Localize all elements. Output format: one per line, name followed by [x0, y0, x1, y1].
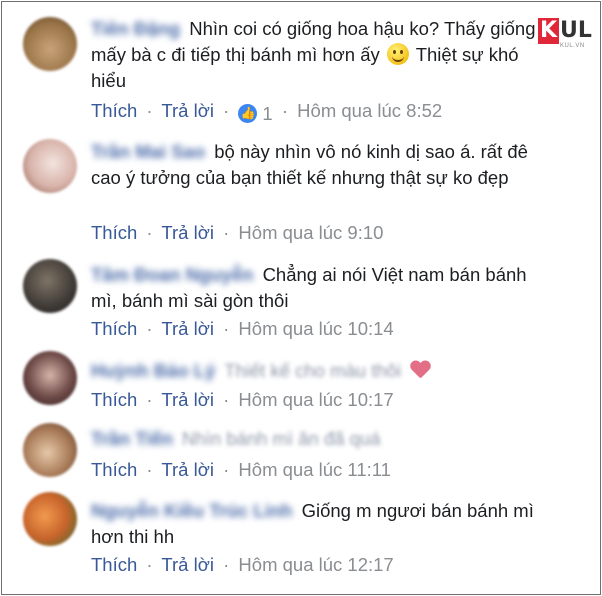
reaction-number: 1 [262, 102, 273, 124]
avatar[interactable] [23, 492, 77, 546]
comment-actions: Thích · Trả lời · Hôm qua lúc 10:14 [91, 318, 394, 340]
separator: · [223, 459, 230, 480]
comment-actions: Thích · Trả lời · Hôm qua lúc 10:17 [91, 389, 394, 411]
commenter-name[interactable]: Huỳnh Bảo Lý [91, 360, 215, 381]
like-link[interactable]: Thích [91, 459, 137, 480]
separator: · [146, 318, 153, 339]
comment-body: Trần Tiến Nhìn bánh mì ăn đã quá [91, 426, 548, 452]
avatar[interactable] [23, 139, 77, 193]
avatar[interactable] [23, 423, 77, 477]
commenter-name[interactable]: Trần Tiến [91, 428, 173, 449]
separator: · [146, 100, 153, 121]
avatar[interactable] [23, 351, 77, 405]
like-link[interactable]: Thích [91, 222, 137, 243]
reply-link[interactable]: Trả lời [161, 100, 214, 121]
commenter-name[interactable]: Trần Mai Sao [91, 141, 205, 162]
timestamp[interactable]: Hôm qua lúc 10:17 [238, 389, 393, 410]
separator: · [223, 554, 230, 575]
thumbs-up-icon: 👍 [238, 104, 258, 123]
heart-emoji-icon [410, 361, 430, 379]
timestamp[interactable]: Hôm qua lúc 11:11 [238, 459, 391, 480]
comment-actions: Thích · Trả lời · Hôm qua lúc 12:17 [91, 554, 394, 576]
reply-link[interactable]: Trả lời [161, 389, 214, 410]
separator: · [146, 554, 153, 575]
reply-link[interactable]: Trả lời [161, 459, 214, 480]
separator: · [146, 389, 153, 410]
reply-link[interactable]: Trả lời [161, 318, 214, 339]
comment-text: Thiết kế cho màu thôi [224, 360, 402, 381]
timestamp[interactable]: Hôm qua lúc 8:52 [297, 100, 442, 121]
smiley-emoji-icon [386, 43, 409, 65]
timestamp[interactable]: Hôm qua lúc 9:10 [238, 222, 383, 243]
separator: · [223, 100, 230, 121]
like-link[interactable]: Thích [91, 554, 137, 575]
comment-body: Huỳnh Bảo Lý Thiết kế cho màu thôi [91, 358, 548, 384]
commenter-name[interactable]: Tiên Đặng [91, 18, 180, 39]
comment-body: Tiên Đặng Nhìn coi có giống hoa hậu ko? … [91, 16, 548, 94]
separator: · [281, 100, 289, 121]
commenter-name[interactable]: Tâm Đoan Nguyễn [91, 264, 253, 285]
comment-actions: Thích · Trả lời · Hôm qua lúc 11:11 [91, 459, 391, 481]
comment-text: Nhìn bánh mì ăn đã quá [182, 428, 381, 449]
separator: · [223, 318, 230, 339]
separator: · [146, 459, 153, 480]
commenter-name[interactable]: Nguyễn Kiều Trúc Linh [91, 500, 292, 521]
separator: · [223, 222, 230, 243]
comment-actions: Thích · Trả lời · 👍 1 · Hôm qua lúc 8:52 [91, 100, 442, 125]
comment-actions: Thích · Trả lời · Hôm qua lúc 9:10 [91, 222, 383, 244]
timestamp[interactable]: Hôm qua lúc 10:14 [238, 318, 393, 339]
separator: · [146, 222, 153, 243]
like-link[interactable]: Thích [91, 318, 137, 339]
comments-panel: K UL KUL.VN Tiên Đặng Nhìn coi có giống … [1, 1, 601, 595]
comment-body: Trần Mai Sao bộ này nhìn vô nó kinh dị s… [91, 139, 548, 191]
comment-body: Tâm Đoan Nguyễn Chẳng ai nói Việt nam bá… [91, 262, 548, 314]
reply-link[interactable]: Trả lời [161, 554, 214, 575]
comment-body: Nguyễn Kiều Trúc Linh Giống m ngươi bán … [91, 498, 548, 550]
logo-subtext: KUL.VN [560, 43, 585, 49]
reply-link[interactable]: Trả lời [161, 222, 214, 243]
logo-text: UL [560, 18, 592, 43]
like-link[interactable]: Thích [91, 100, 137, 121]
avatar[interactable] [23, 17, 77, 71]
timestamp[interactable]: Hôm qua lúc 12:17 [238, 554, 393, 575]
separator: · [223, 389, 230, 410]
reaction-count[interactable]: 👍 1 [238, 102, 273, 125]
avatar[interactable] [23, 259, 77, 313]
like-link[interactable]: Thích [91, 389, 137, 410]
